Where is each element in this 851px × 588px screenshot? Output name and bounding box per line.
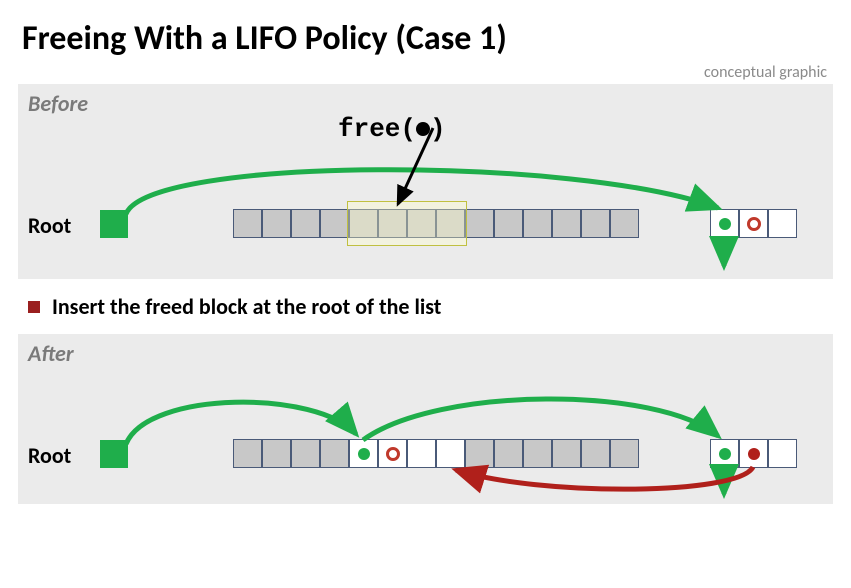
arrow-root-to-node — [126, 170, 718, 214]
bullet-text: Insert the freed block at the root of th… — [52, 293, 441, 320]
right-next-dot — [719, 448, 731, 460]
subtitle: conceptual graphic — [0, 63, 851, 84]
new-next-dot — [358, 448, 370, 460]
before-panel: Before Root free() — [18, 84, 833, 279]
root-node-after — [100, 440, 128, 468]
after-label: After — [28, 340, 74, 367]
before-label: Before — [28, 90, 88, 117]
bullet-line: Insert the freed block at the root of th… — [28, 293, 833, 320]
arrow-root-to-newblock — [126, 402, 356, 444]
new-prev-ring — [386, 447, 400, 461]
arrow-newblock-to-right — [363, 399, 718, 440]
block-row-after — [233, 439, 639, 468]
root-node-before — [100, 210, 128, 238]
free-text: free( — [338, 114, 416, 144]
free-call-label: free() — [338, 114, 446, 144]
free-node-after — [710, 439, 797, 468]
root-label-after: Root — [28, 442, 71, 469]
pointer-dot-icon — [416, 122, 430, 136]
root-label-before: Root — [28, 212, 71, 239]
page-title: Freeing With a LIFO Policy (Case 1) — [0, 0, 851, 63]
free-node-before — [710, 209, 797, 238]
right-prev-dot — [748, 448, 760, 460]
after-panel: After Root — [18, 334, 833, 504]
prev-pointer-ring — [747, 217, 761, 231]
next-pointer-dot — [719, 218, 731, 230]
bullet-icon — [28, 301, 40, 313]
block-row-before — [233, 209, 639, 238]
arrow-back-red — [456, 467, 753, 489]
